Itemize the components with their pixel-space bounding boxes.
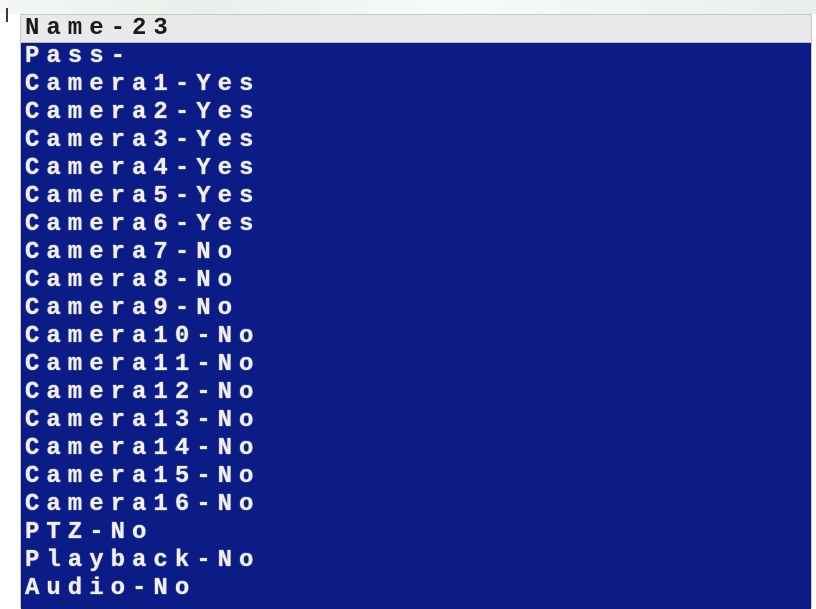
camera-1-item[interactable]: Camera1-Yes bbox=[25, 71, 260, 99]
camera-3-item[interactable]: Camera3-Yes bbox=[25, 127, 260, 155]
camera-5-item[interactable]: Camera5-Yes bbox=[25, 183, 260, 211]
cursor-mark bbox=[6, 8, 8, 22]
camera-8-item[interactable]: Camera8-No bbox=[25, 267, 239, 295]
camera-14-item[interactable]: Camera14-No bbox=[25, 435, 260, 463]
camera-16-item[interactable]: Camera16-No bbox=[25, 491, 260, 519]
dvr-permissions-screen: Name-23 Pass- Camera1-Yes Camera2-Yes Ca… bbox=[0, 0, 816, 609]
camera-15-item[interactable]: Camera15-No bbox=[25, 463, 260, 491]
camera-2-item[interactable]: Camera2-Yes bbox=[25, 99, 260, 127]
title-row[interactable]: Name-23 bbox=[21, 15, 811, 43]
playback-item[interactable]: Playback-No bbox=[25, 547, 260, 575]
user-permissions-menu: Name-23 Pass- Camera1-Yes Camera2-Yes Ca… bbox=[20, 14, 812, 609]
audio-item[interactable]: Audio-No bbox=[25, 575, 196, 603]
camera-11-item[interactable]: Camera11-No bbox=[25, 351, 260, 379]
camera-12-item[interactable]: Camera12-No bbox=[25, 379, 260, 407]
ptz-item[interactable]: PTZ-No bbox=[25, 519, 153, 547]
camera-13-item[interactable]: Camera13-No bbox=[25, 407, 260, 435]
camera-7-item[interactable]: Camera7-No bbox=[25, 239, 239, 267]
permissions-list: Pass- Camera1-Yes Camera2-Yes Camera3-Ye… bbox=[21, 43, 811, 609]
camera-6-item[interactable]: Camera6-Yes bbox=[25, 211, 260, 239]
camera-4-item[interactable]: Camera4-Yes bbox=[25, 155, 260, 183]
top-strip bbox=[0, 0, 816, 14]
user-name-title: Name-23 bbox=[25, 15, 175, 42]
password-item[interactable]: Pass- bbox=[25, 43, 132, 71]
camera-10-item[interactable]: Camera10-No bbox=[25, 323, 260, 351]
camera-9-item[interactable]: Camera9-No bbox=[25, 295, 239, 323]
